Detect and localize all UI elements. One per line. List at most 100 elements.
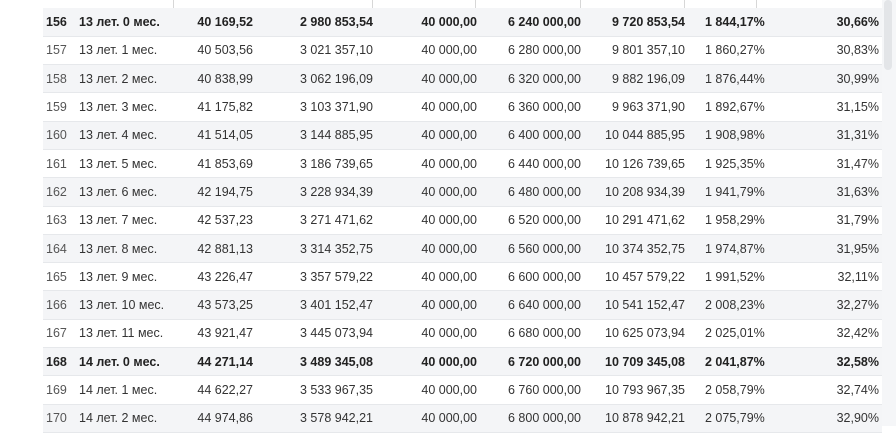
- period-cell: 13 лет. 0 мес.: [71, 8, 175, 37]
- value-cell: 43 573,25: [175, 290, 256, 320]
- value-cell: 10 208 934,39: [583, 177, 685, 207]
- value-cell: 10 374 352,75: [583, 234, 685, 264]
- value-cell: 6 280 000,00: [478, 36, 583, 66]
- period-cell: 13 лет. 3 мес.: [71, 92, 175, 122]
- value-cell: 6 640 000,00: [478, 290, 583, 320]
- value-cell: 3 445 073,94: [256, 319, 373, 349]
- value-cell: 40 000,00: [373, 177, 478, 207]
- value-cell: 40 000,00: [373, 8, 478, 37]
- value-cell: 3 103 371,90: [256, 92, 373, 122]
- percent-cell: 1 876,44%: [685, 64, 770, 94]
- row-number: 169: [43, 375, 71, 405]
- row-number: 162: [43, 177, 71, 207]
- percent-cell: 2 041,87%: [685, 347, 770, 377]
- percent-cell: 1 908,98%: [685, 121, 770, 150]
- value-cell: 41 514,05: [175, 121, 256, 150]
- period-cell: 13 лет. 9 мес.: [71, 262, 175, 292]
- percent-cell: 31,47%: [770, 149, 882, 179]
- value-cell: 10 793 967,35: [583, 375, 685, 405]
- percent-cell: 2 075,79%: [685, 404, 770, 433]
- row-number: 165: [43, 262, 71, 292]
- value-cell: 3 062 196,09: [256, 64, 373, 94]
- value-cell: 6 400 000,00: [478, 121, 583, 150]
- value-cell: 3 021 357,10: [256, 36, 373, 66]
- value-cell: 9 801 357,10: [583, 36, 685, 66]
- value-cell: 6 600 000,00: [478, 262, 583, 292]
- value-cell: 40 000,00: [373, 234, 478, 264]
- table-row: 162 13 лет. 6 мес. 42 194,75 3 228 934,39 40…: [43, 177, 882, 207]
- value-cell: 9 882 196,09: [583, 64, 685, 94]
- value-cell: 40 000,00: [373, 375, 478, 405]
- row-number: 157: [43, 36, 71, 66]
- value-cell: 40 000,00: [373, 319, 478, 349]
- percent-cell: 2 025,01%: [685, 319, 770, 349]
- percent-cell: 2 058,79%: [685, 375, 770, 405]
- table-row: 164 13 лет. 8 мес. 42 881,13 3 314 352,75 40…: [43, 234, 882, 264]
- value-cell: 41 175,82: [175, 92, 256, 122]
- value-cell: 6 520 000,00: [478, 206, 583, 235]
- scrollbar-thumb[interactable]: [884, 0, 892, 70]
- value-cell: 40 000,00: [373, 64, 478, 94]
- row-number: 164: [43, 234, 71, 264]
- row-number: 166: [43, 290, 71, 320]
- value-cell: 40 000,00: [373, 206, 478, 235]
- percent-cell: 32,27%: [770, 290, 882, 320]
- value-cell: 6 760 000,00: [478, 375, 583, 405]
- percent-cell: 1 892,67%: [685, 92, 770, 122]
- table-row: 163 13 лет. 7 мес. 42 537,23 3 271 471,62 40…: [43, 206, 882, 235]
- value-cell: 3 144 885,95: [256, 121, 373, 150]
- value-cell: 40 000,00: [373, 290, 478, 320]
- table-row: 166 13 лет. 10 мес. 43 573,25 3 401 152,47 4…: [43, 290, 882, 320]
- value-cell: 6 360 000,00: [478, 92, 583, 122]
- value-cell: 40 000,00: [373, 262, 478, 292]
- percent-cell: 31,31%: [770, 121, 882, 150]
- value-cell: 42 881,13: [175, 234, 256, 264]
- percent-cell: 30,83%: [770, 36, 882, 66]
- value-cell: 40 000,00: [373, 121, 478, 150]
- value-cell: 6 560 000,00: [478, 234, 583, 264]
- value-cell: 40 000,00: [373, 404, 478, 433]
- value-cell: 10 878 942,21: [583, 404, 685, 433]
- percent-cell: 1 860,27%: [685, 36, 770, 66]
- row-number: 163: [43, 206, 71, 235]
- percent-cell: 32,58%: [770, 347, 882, 377]
- percent-cell: 2 008,23%: [685, 290, 770, 320]
- percent-cell: 31,63%: [770, 177, 882, 207]
- percent-cell: 31,15%: [770, 92, 882, 122]
- value-cell: 42 194,75: [175, 177, 256, 207]
- value-cell: 6 680 000,00: [478, 319, 583, 349]
- value-cell: 3 228 934,39: [256, 177, 373, 207]
- value-cell: 40 000,00: [373, 92, 478, 122]
- value-cell: 6 440 000,00: [478, 149, 583, 179]
- value-cell: 10 625 073,94: [583, 319, 685, 349]
- period-cell: 13 лет. 11 мес.: [71, 319, 175, 349]
- period-cell: 13 лет. 10 мес.: [71, 290, 175, 320]
- value-cell: 10 126 739,65: [583, 149, 685, 179]
- value-cell: 3 357 579,22: [256, 262, 373, 292]
- value-cell: 10 541 152,47: [583, 290, 685, 320]
- value-cell: 9 720 853,54: [583, 8, 685, 37]
- table-row: 159 13 лет. 3 мес. 41 175,82 3 103 371,90 40…: [43, 92, 882, 122]
- percent-cell: 32,90%: [770, 404, 882, 433]
- value-cell: 10 291 471,62: [583, 206, 685, 235]
- row-number: 159: [43, 92, 71, 122]
- percent-cell: 32,74%: [770, 375, 882, 405]
- table-row: 169 14 лет. 1 мес. 44 622,27 3 533 967,35 40…: [43, 375, 882, 405]
- row-number: 156: [43, 8, 71, 37]
- value-cell: 44 622,27: [175, 375, 256, 405]
- percent-cell: 32,42%: [770, 319, 882, 349]
- value-cell: 40 000,00: [373, 149, 478, 179]
- percent-cell: 1 974,87%: [685, 234, 770, 264]
- value-cell: 6 720 000,00: [478, 347, 583, 377]
- value-cell: 6 240 000,00: [478, 8, 583, 37]
- value-cell: 3 401 152,47: [256, 290, 373, 320]
- value-cell: 6 320 000,00: [478, 64, 583, 94]
- table-row: 158 13 лет. 2 мес. 40 838,99 3 062 196,09 40…: [43, 64, 882, 94]
- percent-cell: 1 925,35%: [685, 149, 770, 179]
- period-cell: 13 лет. 1 мес.: [71, 36, 175, 66]
- period-cell: 13 лет. 2 мес.: [71, 64, 175, 94]
- table-row: 167 13 лет. 11 мес. 43 921,47 3 445 073,94 4…: [43, 319, 882, 349]
- value-cell: 40 169,52: [175, 8, 256, 37]
- table-row: 170 14 лет. 2 мес. 44 974,86 3 578 942,21 40…: [43, 404, 882, 433]
- value-cell: 6 480 000,00: [478, 177, 583, 207]
